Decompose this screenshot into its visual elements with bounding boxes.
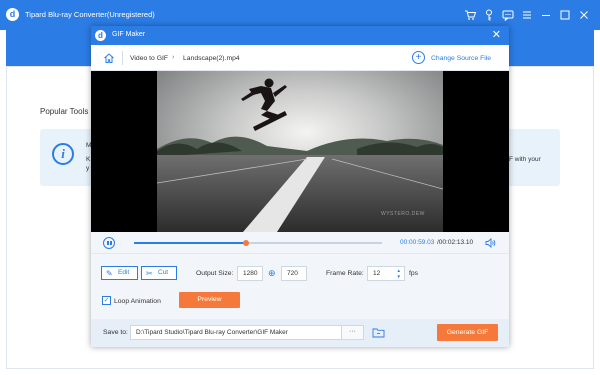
pause-icon[interactable] — [103, 237, 115, 249]
edit-icon: ✎ — [106, 269, 113, 278]
loop-animation-label[interactable]: Loop Animation — [114, 298, 161, 305]
info-icon: i — [52, 143, 74, 165]
generate-gif-button[interactable]: Generate GIF — [437, 324, 498, 341]
folder-icon[interactable] — [372, 327, 385, 338]
plus-icon: + — [412, 51, 425, 64]
edit-label: Edit — [118, 269, 130, 276]
minimize-icon[interactable] — [539, 8, 553, 22]
save-row: Save to: D:\Tipard Studio\Tipard Blu-ray… — [91, 319, 509, 347]
loop-animation-checkbox[interactable]: ✓ — [102, 296, 111, 305]
progress-thumb[interactable] — [242, 240, 249, 246]
home-icon[interactable] — [103, 52, 115, 64]
cut-button[interactable]: ✂ Cut — [141, 266, 177, 280]
breadcrumb-divider — [122, 51, 123, 65]
progress-track[interactable] — [134, 240, 382, 246]
current-time: 00:00:59.03 — [400, 239, 435, 246]
save-to-label: Save to: — [103, 329, 128, 336]
playback-controls: 00:00:59.03 /00:02:13.10 — [91, 232, 509, 254]
tool-card-text: y — [86, 165, 90, 172]
frame-rate-value: 12 — [373, 270, 381, 277]
progress-fill — [134, 242, 246, 244]
cut-label: Cut — [158, 269, 169, 276]
fps-label: fps — [409, 270, 419, 277]
height-input[interactable]: 720 — [281, 266, 307, 281]
output-size-label: Output Size: — [196, 270, 234, 277]
video-watermark: WYSTERO.DEW — [381, 211, 425, 217]
width-input[interactable]: 1280 — [237, 266, 263, 281]
breadcrumb: Video to GIF › Landscape(2).mp4 + Change… — [91, 45, 509, 71]
close-icon[interactable] — [577, 8, 591, 22]
gif-maker-dialog: d GIF Maker ✕ Video to GIF › Landscape(2… — [91, 26, 509, 347]
dialog-logo-icon: d — [95, 30, 106, 41]
cart-icon[interactable] — [463, 8, 477, 22]
menu-icon[interactable] — [520, 8, 534, 22]
video-preview[interactable]: WYSTERO.DEW — [91, 71, 509, 232]
link-icon[interactable]: ⊕ — [268, 268, 276, 279]
breadcrumb-file-name: Landscape(2).mp4 — [183, 55, 240, 62]
chevron-right-icon: › — [172, 54, 175, 61]
increment-icon[interactable]: ▲ — [397, 268, 401, 273]
video-frame-image — [157, 71, 443, 232]
chat-icon[interactable] — [501, 8, 515, 22]
tool-card-text: K — [86, 156, 91, 163]
dialog-title: GIF Maker — [112, 31, 146, 38]
browse-more-button[interactable]: ··· — [341, 326, 363, 339]
breadcrumb-video-to-gif[interactable]: Video to GIF — [130, 55, 168, 62]
gif-settings: ✎ Edit ✂ Cut Output Size: 1280 ⊕ 720 Fra… — [91, 254, 509, 319]
decrement-icon[interactable]: ▼ — [397, 274, 401, 279]
tool-card-text: F with your — [509, 156, 541, 163]
dialog-close-icon[interactable]: ✕ — [492, 28, 501, 42]
maximize-icon[interactable] — [558, 8, 572, 22]
save-path-field[interactable]: D:\Tipard Studio\Tipard Blu-ray Converte… — [130, 325, 364, 340]
total-time: /00:02:13.10 — [437, 239, 474, 246]
frame-rate-stepper[interactable]: 12 ▲ ▼ — [367, 266, 405, 281]
preview-button[interactable]: Preview — [179, 292, 240, 308]
key-icon[interactable] — [482, 8, 496, 22]
frame-rate-label: Frame Rate: — [326, 270, 364, 277]
change-source-file-label: Change Source File — [431, 55, 492, 62]
dialog-titlebar: d GIF Maker ✕ — [91, 26, 509, 45]
edit-button[interactable]: ✎ Edit — [101, 266, 138, 280]
volume-icon[interactable] — [485, 237, 496, 249]
scissors-icon: ✂ — [146, 269, 153, 278]
app-title: Tipard Blu-ray Converter(Unregistered) — [25, 10, 155, 19]
popular-tools-heading: Popular Tools — [40, 107, 89, 116]
save-path-value: D:\Tipard Studio\Tipard Blu-ray Converte… — [136, 329, 288, 336]
app-logo-icon: d — [6, 8, 19, 21]
